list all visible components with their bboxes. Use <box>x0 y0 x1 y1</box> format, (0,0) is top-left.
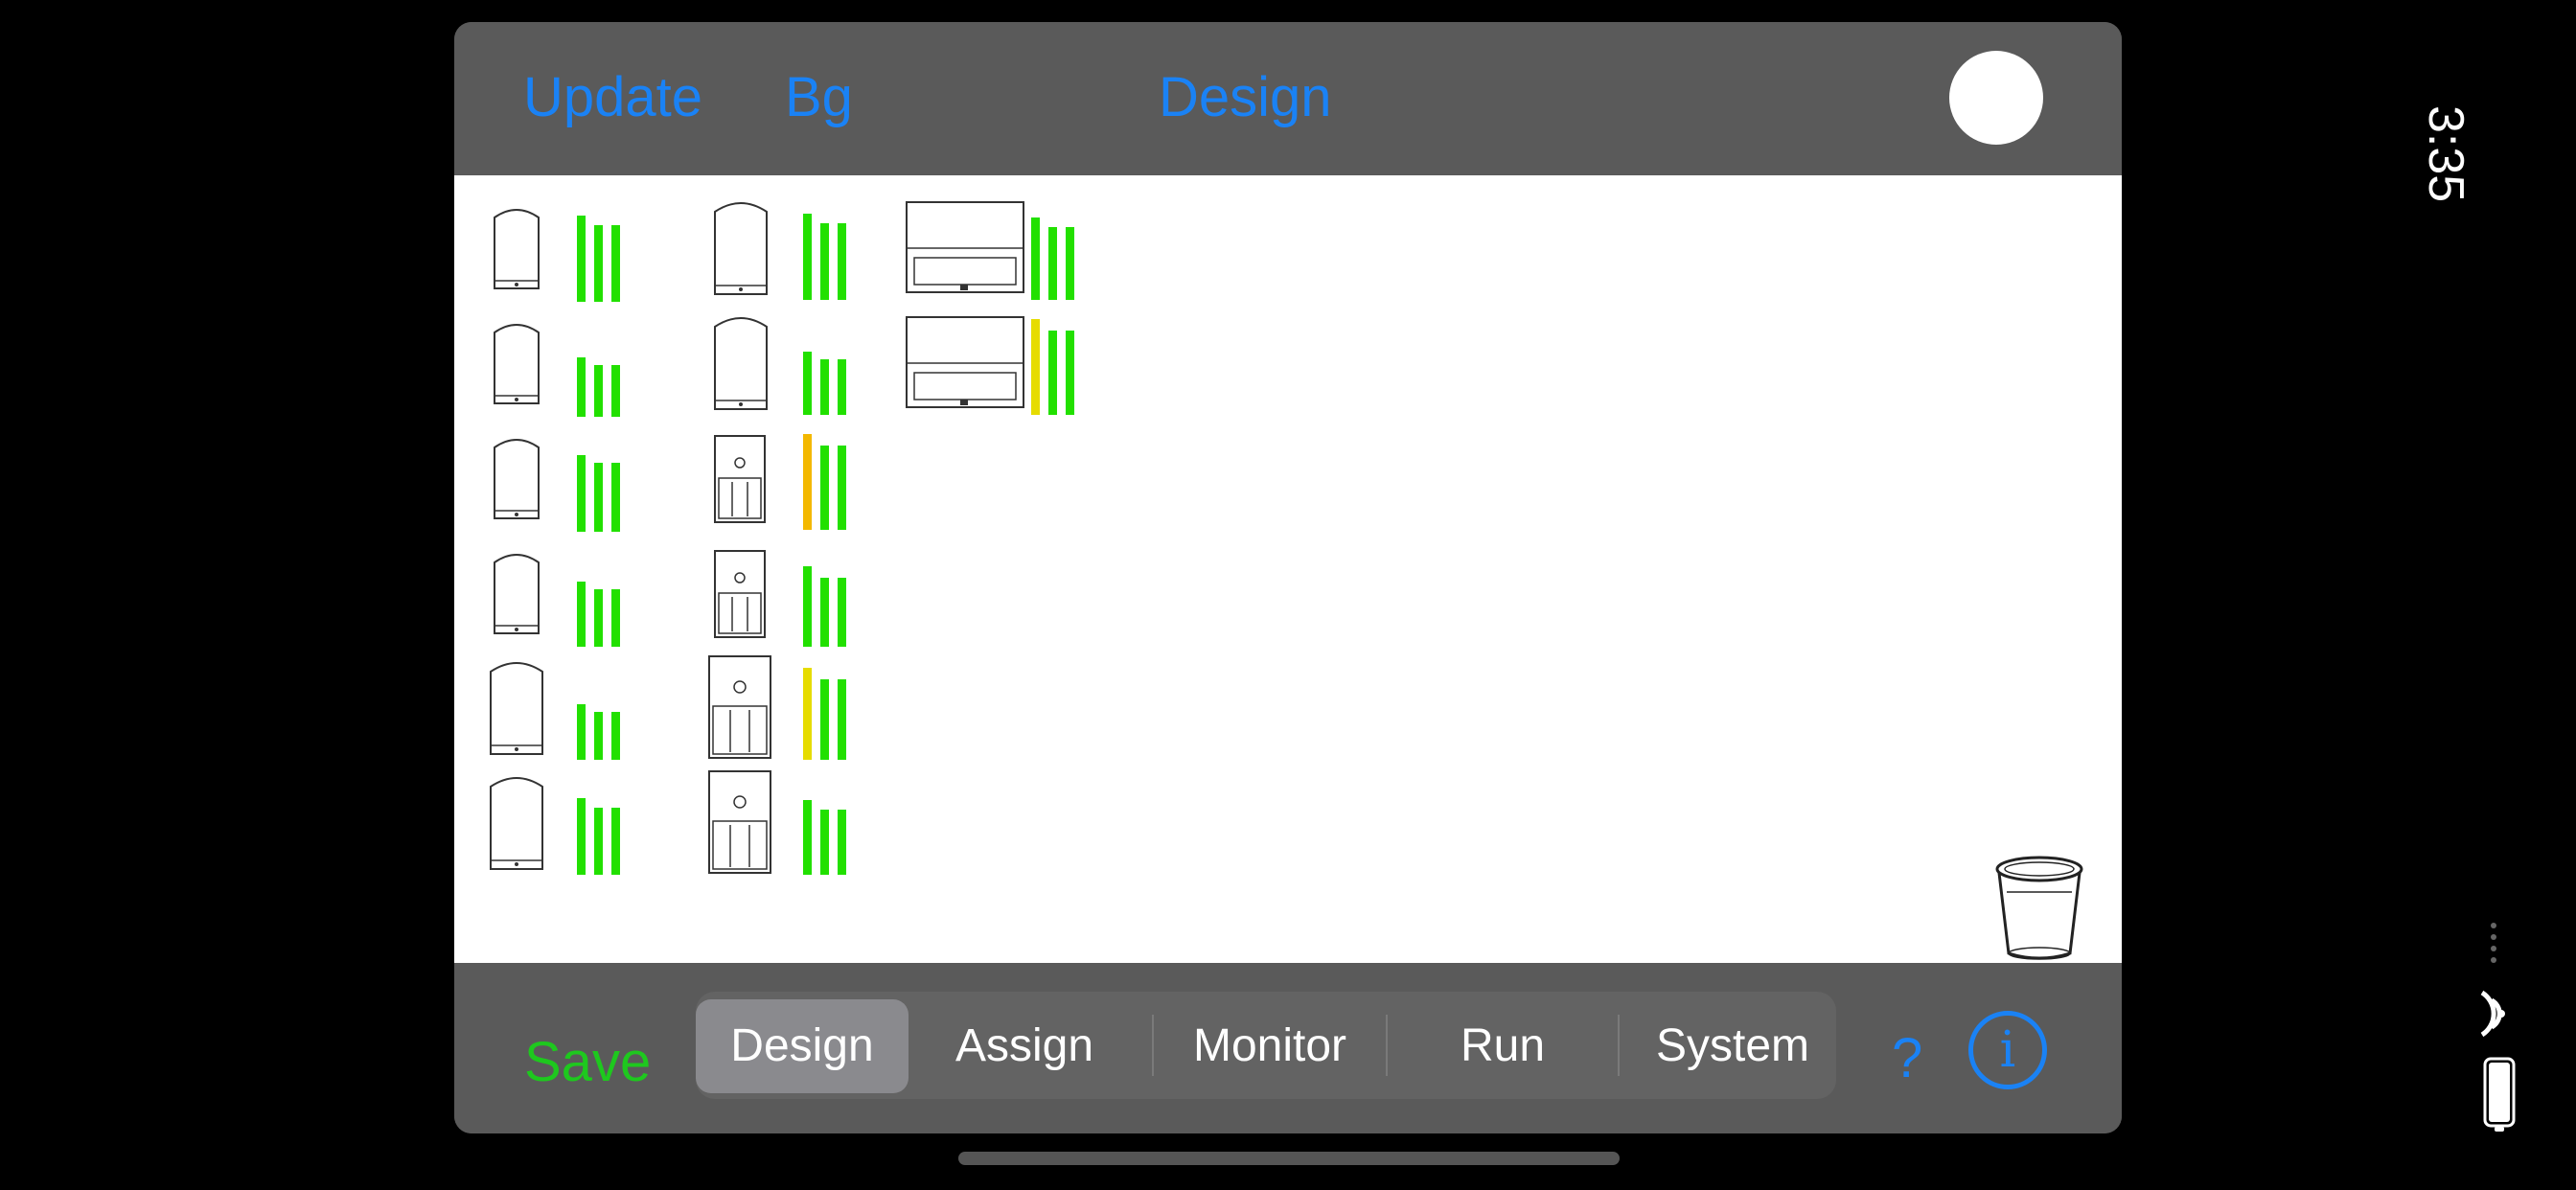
subwoofer-icon[interactable] <box>713 549 767 639</box>
subwoofer-icon[interactable] <box>707 769 772 875</box>
save-button[interactable]: Save <box>524 1030 651 1094</box>
speaker-icon[interactable] <box>487 769 546 871</box>
tab-monitor[interactable]: Monitor <box>1154 999 1386 1093</box>
speaker-icon[interactable] <box>491 317 542 405</box>
level-meter <box>577 216 620 302</box>
design-canvas[interactable] <box>454 175 2122 963</box>
top-toolbar: Update Bg Design <box>454 22 2122 175</box>
level-meter <box>803 668 846 760</box>
app-window: Update Bg Design Save Design Assign Moni… <box>454 22 2122 1133</box>
bottom-toolbar: Save Design Assign Monitor Run System ? … <box>454 963 2122 1133</box>
level-meter <box>577 704 620 760</box>
level-meter <box>803 352 846 415</box>
mode-segmented-control: Design Assign Monitor Run System <box>696 992 1836 1099</box>
level-meter <box>803 800 846 875</box>
speaker-icon[interactable] <box>491 547 542 635</box>
speaker-icon[interactable] <box>711 195 770 296</box>
home-indicator[interactable] <box>958 1152 1620 1165</box>
speaker-icon[interactable] <box>711 309 770 411</box>
update-button[interactable]: Update <box>523 70 702 126</box>
level-meter <box>577 357 620 417</box>
level-meter <box>1031 217 1074 300</box>
bg-button[interactable]: Bg <box>785 70 853 126</box>
level-meter <box>803 214 846 300</box>
subwoofer-icon[interactable] <box>713 434 767 524</box>
help-button[interactable]: ? <box>1892 1026 1922 1090</box>
level-meter <box>1031 319 1074 415</box>
subwoofer-icon[interactable] <box>707 654 772 760</box>
tab-run[interactable]: Run <box>1388 999 1618 1093</box>
page-title: Design <box>1159 66 1332 128</box>
speaker-icon[interactable] <box>487 654 546 756</box>
dots-icon <box>2491 923 2496 963</box>
profile-avatar[interactable] <box>1949 51 2043 145</box>
level-meter <box>577 798 620 875</box>
level-meter <box>577 455 620 532</box>
speaker-icon[interactable] <box>491 202 542 290</box>
level-meter <box>577 582 620 647</box>
wifi-icon <box>2480 990 2505 1038</box>
level-meter <box>803 566 846 647</box>
level-meter <box>803 434 846 530</box>
tab-assign[interactable]: Assign <box>908 999 1140 1093</box>
tab-system[interactable]: System <box>1620 999 1846 1093</box>
status-clock: 3:35 <box>2418 105 2473 203</box>
battery-icon <box>2483 1057 2516 1132</box>
line-array-icon[interactable] <box>905 200 1025 294</box>
trash-icon[interactable] <box>1993 854 2085 961</box>
info-icon[interactable]: i <box>1968 1011 2047 1089</box>
speaker-icon[interactable] <box>491 432 542 520</box>
line-array-icon[interactable] <box>905 315 1025 409</box>
tab-design[interactable]: Design <box>696 999 908 1093</box>
